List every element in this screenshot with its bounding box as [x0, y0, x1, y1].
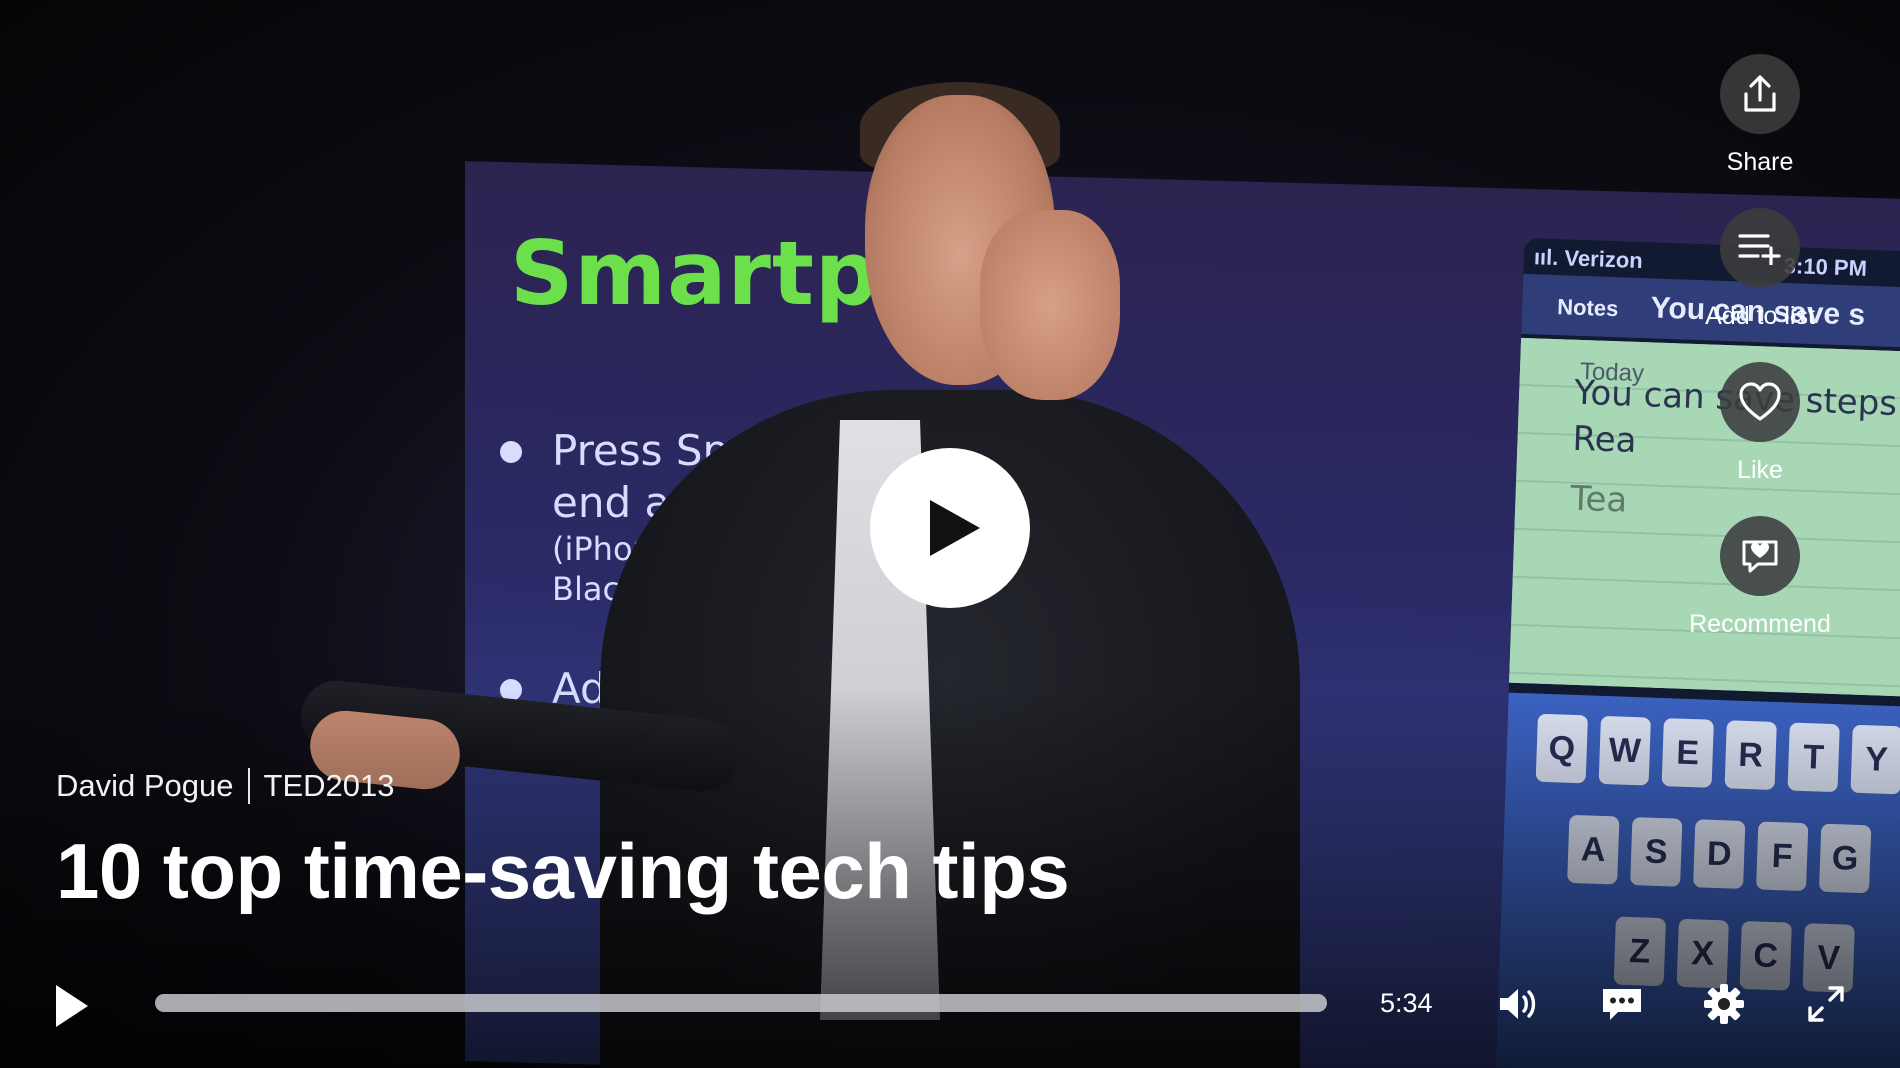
like-button[interactable]: Like: [1680, 362, 1840, 485]
phone-notes-label: Notes: [1556, 294, 1619, 322]
phone-carrier: ııl. Verizon: [1533, 244, 1644, 274]
recommend-label: Recommend: [1689, 610, 1831, 638]
like-label: Like: [1737, 456, 1783, 484]
recommend-icon: [1720, 516, 1800, 596]
play-icon: [930, 500, 980, 556]
share-icon: [1720, 54, 1800, 134]
duration-label: 5:34: [1380, 988, 1433, 1018]
big-play-button[interactable]: [870, 448, 1030, 608]
play-icon: [56, 985, 88, 1027]
fullscreen-icon: [1808, 986, 1844, 1022]
share-label: Share: [1726, 148, 1794, 176]
share-button[interactable]: Share: [1680, 54, 1840, 177]
video-player[interactable]: Smartp es Press Space bar end a senten (…: [0, 0, 1900, 1068]
play-button[interactable]: [56, 982, 96, 1030]
fullscreen-button[interactable]: [1802, 980, 1850, 1028]
event-name[interactable]: TED2013: [264, 768, 395, 804]
meta-divider: [247, 768, 250, 804]
captions-icon: [1603, 989, 1641, 1020]
captions-button[interactable]: [1598, 980, 1646, 1028]
add-to-list-label: Add to list: [1705, 302, 1815, 330]
speaker-name[interactable]: David Pogue: [56, 768, 234, 804]
add-to-list-button[interactable]: Add to list: [1680, 208, 1840, 331]
settings-button[interactable]: [1700, 980, 1748, 1028]
recommend-button[interactable]: Recommend: [1680, 516, 1840, 639]
gear-icon: [1704, 984, 1744, 1024]
volume-icon: [1500, 989, 1536, 1019]
heart-icon: [1720, 362, 1800, 442]
volume-button[interactable]: [1494, 980, 1542, 1028]
player-controls: 5:34: [0, 970, 1900, 1040]
talk-title: 10 top time-saving tech tips: [56, 827, 1070, 915]
bullet-dot: [500, 441, 522, 463]
playlist-add-icon: [1720, 208, 1800, 288]
speaker-raised-hand: [980, 210, 1120, 400]
progress-bar[interactable]: [155, 994, 1327, 1012]
talk-meta: David Pogue TED2013: [56, 768, 394, 804]
